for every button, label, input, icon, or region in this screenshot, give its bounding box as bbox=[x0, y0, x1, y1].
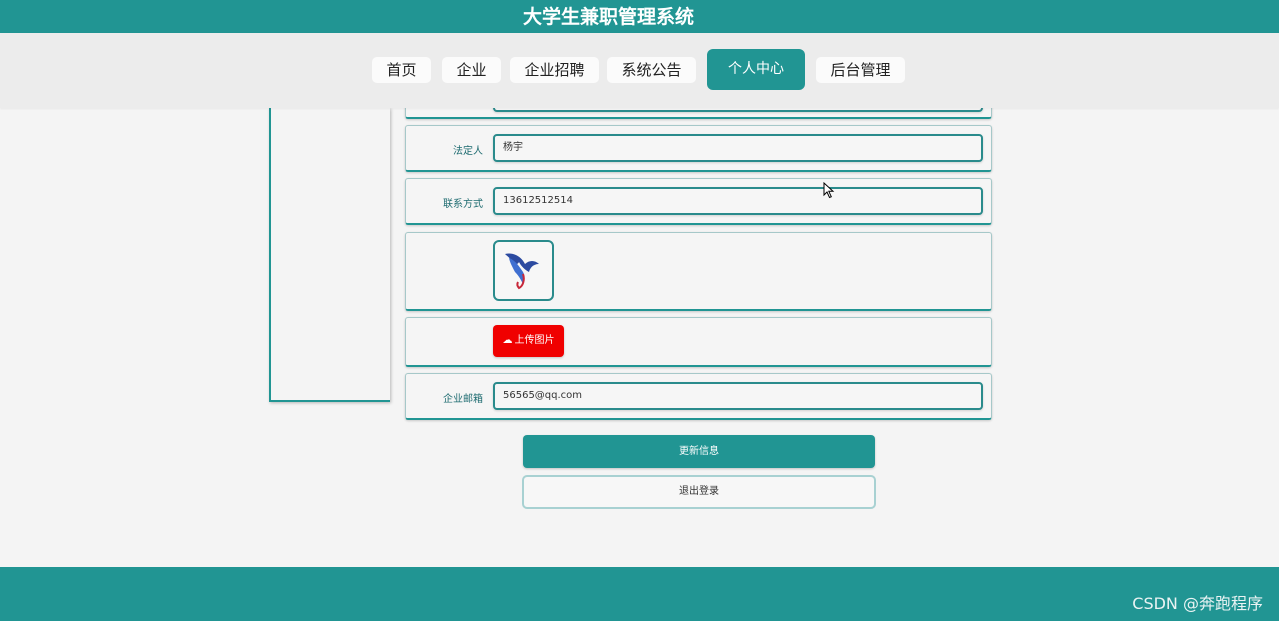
contact-label: 联系方式 bbox=[443, 199, 483, 210]
nav-home[interactable]: 首页 bbox=[372, 57, 431, 83]
top-header-bar: 大学生兼职管理系统 bbox=[0, 0, 1279, 33]
upload-image-button[interactable]: ☁ 上传图片 bbox=[493, 325, 564, 357]
email-label: 企业邮箱 bbox=[443, 394, 483, 405]
nav-admin[interactable]: 后台管理 bbox=[816, 57, 905, 83]
legal-person-input[interactable]: 杨宇 bbox=[493, 134, 983, 162]
form-row-legal-person: 法定人 杨宇 bbox=[405, 125, 992, 172]
company-logo-image bbox=[493, 240, 554, 301]
upload-button-label: 上传图片 bbox=[514, 335, 555, 346]
nav-personal-center[interactable]: 个人中心 bbox=[707, 49, 805, 90]
legal-person-label: 法定人 bbox=[453, 146, 483, 157]
footer: CSDN @奔跑程序 bbox=[0, 567, 1279, 621]
cloud-upload-icon: ☁ bbox=[502, 335, 513, 346]
logout-button[interactable]: 退出登录 bbox=[522, 475, 876, 509]
form-row-logo bbox=[405, 232, 992, 311]
email-input[interactable]: 56565@qq.com bbox=[493, 382, 983, 410]
bird-logo-icon bbox=[505, 253, 539, 290]
csdn-watermark: CSDN @奔跑程序 bbox=[1132, 594, 1263, 613]
nav-recruitment[interactable]: 企业招聘 bbox=[510, 57, 599, 83]
form-row-contact: 联系方式 13612512514 bbox=[405, 178, 992, 225]
contact-input[interactable]: 13612512514 bbox=[493, 187, 983, 215]
mouse-pointer-icon bbox=[823, 181, 835, 203]
update-info-button[interactable]: 更新信息 bbox=[523, 435, 875, 468]
nav-announcements[interactable]: 系统公告 bbox=[607, 57, 696, 83]
site-title: 大学生兼职管理系统 bbox=[523, 6, 695, 28]
form-row-upload: ☁ 上传图片 bbox=[405, 317, 992, 367]
side-menu-panel bbox=[269, 108, 390, 402]
main-nav: 首页 企业 企业招聘 系统公告 个人中心 后台管理 bbox=[0, 33, 1279, 108]
nav-enterprise[interactable]: 企业 bbox=[442, 57, 501, 83]
form-row-email: 企业邮箱 56565@qq.com bbox=[405, 373, 992, 420]
